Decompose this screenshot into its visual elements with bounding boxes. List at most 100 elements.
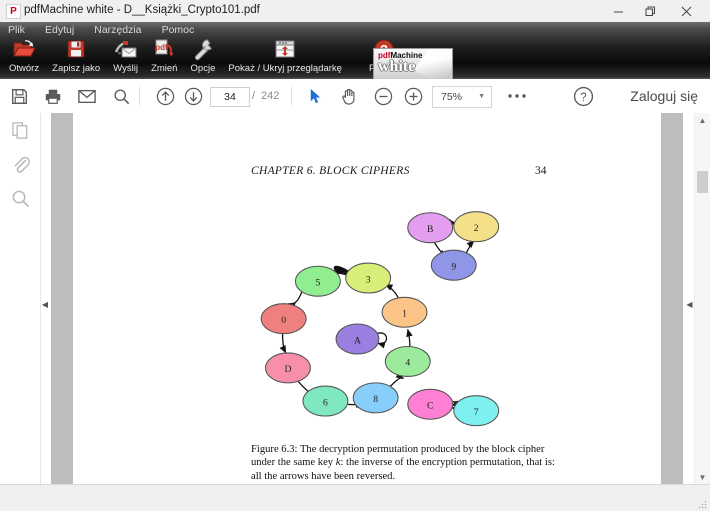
zoom-in-button[interactable] (396, 79, 430, 113)
menu-bar: Plik Edytuj Narzędzia Pomoc (8, 22, 211, 38)
svg-text:0: 0 (281, 315, 286, 326)
graph-node-4[interactable]: 4 (384, 345, 431, 377)
ellipsis-icon (507, 90, 527, 102)
graph-node-2[interactable]: 2 (453, 211, 500, 243)
page-total-label: 242 (261, 90, 280, 102)
svg-text:1: 1 (402, 309, 407, 320)
pdfmachine-window: P pdfMachine white - D__Książki_Crypto10… (0, 0, 710, 511)
search-icon (113, 89, 130, 104)
toolbar-saveas-button[interactable]: Zapisz jako (48, 37, 104, 74)
permutation-graph-svg: 5 3 0 1 A D 4 6 8 B 2 9 C 7 (260, 211, 500, 427)
zoom-level-select[interactable]: 75% ▼ (432, 86, 492, 108)
open-folder-icon (9, 37, 39, 63)
resize-grip-icon[interactable] (697, 499, 707, 509)
pdf-email-button[interactable] (70, 79, 104, 113)
hand-tool-button[interactable] (332, 79, 366, 113)
graph-node-C[interactable]: C (407, 388, 454, 420)
window-title: pdfMachine white - D__Książki_Crypto101.… (24, 4, 260, 16)
toolbar-toggle-viewer-button[interactable]: Pokaż / Ukryj przeglądarkę (224, 37, 346, 74)
plus-circle-icon (404, 87, 423, 105)
toolbar-convert-button[interactable]: pdf Zmień (147, 37, 181, 74)
graph-node-B[interactable]: B (407, 212, 454, 244)
arrow-up-circle-icon (156, 87, 175, 105)
graph-node-9[interactable]: 9 (430, 249, 477, 281)
svg-text:A: A (354, 335, 361, 346)
mail-send-icon (113, 37, 138, 63)
svg-text:5: 5 (315, 278, 320, 289)
toolbar-send-button[interactable]: Wyślij (109, 37, 142, 74)
hand-icon (340, 89, 358, 105)
vertical-scrollbar[interactable]: ▲ ▼ (694, 113, 710, 485)
menu-edit[interactable]: Edytuj (45, 22, 74, 38)
pdf-search-button[interactable] (104, 79, 138, 113)
cursor-arrow-icon (308, 88, 323, 103)
scroll-down-arrow-icon[interactable]: ▼ (695, 470, 710, 485)
minimize-button[interactable] (602, 0, 634, 22)
close-button[interactable] (670, 0, 702, 22)
search-icon (11, 190, 30, 207)
page-running-header: CHAPTER 6. BLOCK CIPHERS (251, 165, 410, 177)
graph-node-D[interactable]: D (264, 352, 311, 384)
pdf-page-viewer[interactable]: CHAPTER 6. BLOCK CIPHERS 34 5 3 0 1 A D … (41, 113, 710, 485)
zoom-out-button[interactable] (366, 79, 400, 113)
scrollbar-thumb[interactable] (697, 171, 708, 193)
menu-tools[interactable]: Narzędzia (94, 22, 141, 38)
sidebar-item-attachments[interactable] (0, 147, 40, 181)
status-bar (0, 484, 710, 511)
pdf-save-button[interactable] (2, 79, 36, 113)
svg-text:C: C (427, 401, 433, 412)
sidebar-item-search[interactable] (0, 181, 40, 215)
question-circle-icon: ? (573, 86, 594, 106)
toolbar-toggle-viewer-label: Pokaż / Ukryj przeglądarkę (228, 63, 342, 74)
menu-help[interactable]: Pomoc (162, 22, 195, 38)
svg-text:2: 2 (474, 223, 479, 234)
sidebar-item-pages[interactable] (0, 113, 40, 147)
wrench-icon (191, 37, 216, 63)
page-separator: / (252, 90, 256, 102)
page-folio-number: 34 (535, 165, 547, 177)
graph-node-1[interactable]: 1 (381, 296, 428, 328)
toolbar-send-label: Wyślij (113, 63, 138, 74)
svg-text:3: 3 (366, 274, 371, 285)
login-button[interactable]: Zaloguj się (630, 79, 698, 113)
more-options-button[interactable] (500, 79, 534, 113)
figure-caption: Figure 6.3: The decryption permutation p… (251, 443, 556, 483)
ribbon-bar: Plik Edytuj Narzędzia Pomoc Otwórz Zapis… (0, 22, 710, 79)
svg-text:D: D (284, 364, 291, 375)
toolbar-divider-2 (291, 87, 292, 105)
paperclip-icon (11, 156, 30, 173)
graph-node-6[interactable]: 6 (302, 385, 349, 417)
toolbar-open-label: Otwórz (9, 63, 40, 74)
pdf-next-page-button[interactable] (176, 79, 210, 113)
graph-node-5[interactable]: 5 (294, 265, 341, 297)
menu-file[interactable]: Plik (8, 22, 25, 38)
logo-line2: white (378, 58, 416, 75)
graph-nodes: 5 3 0 1 A D 4 6 8 B 2 9 C 7 (260, 211, 500, 427)
svg-text:8: 8 (373, 394, 378, 405)
pdf-help-button[interactable]: ? (566, 79, 600, 113)
graph-node-0[interactable]: 0 (260, 303, 307, 335)
ribbon-tools: Otwórz Zapisz jako Wyślij pdf Zmień Opcj… (5, 37, 405, 79)
collapse-right-panel-handle[interactable]: ◀ (685, 298, 694, 312)
floppy-save-icon (52, 37, 100, 63)
toolbar-options-button[interactable]: Opcje (187, 37, 220, 74)
svg-text:4: 4 (405, 358, 410, 369)
pdf-viewer-toolbar: 34 / 242 75% ▼ ? Zaloguj się (0, 79, 710, 114)
graph-node-8[interactable]: 8 (352, 382, 399, 414)
pdf-page: CHAPTER 6. BLOCK CIPHERS 34 5 3 0 1 A D … (73, 113, 661, 485)
email-icon (78, 89, 96, 103)
graph-node-3[interactable]: 3 (345, 262, 392, 294)
minus-circle-icon (374, 87, 393, 105)
maximize-restore-button[interactable] (634, 0, 666, 22)
page-number-input[interactable]: 34 (210, 87, 250, 107)
collapse-left-panel-handle[interactable]: ◀ (41, 298, 49, 312)
toolbar-open-button[interactable]: Otwórz (5, 37, 43, 74)
pdf-print-button[interactable] (36, 79, 70, 113)
app-icon: P (6, 4, 21, 19)
graph-node-7[interactable]: 7 (453, 395, 500, 427)
svg-text:7: 7 (474, 407, 479, 418)
scroll-up-arrow-icon[interactable]: ▲ (695, 113, 710, 128)
select-tool-button[interactable] (298, 79, 332, 113)
toolbar-convert-label: Zmień (151, 63, 178, 74)
graph-node-A[interactable]: A (335, 323, 380, 355)
